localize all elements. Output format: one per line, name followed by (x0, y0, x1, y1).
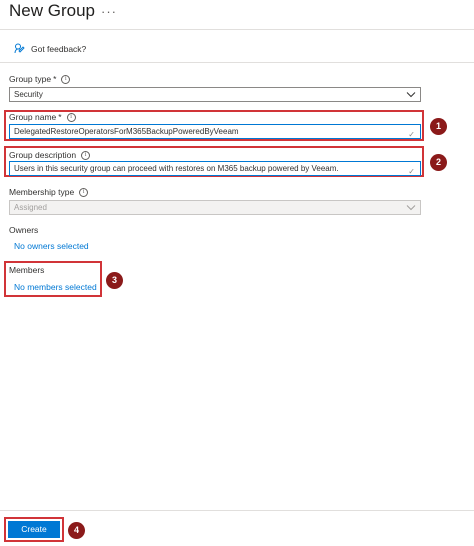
group-name-label: Group name * i (9, 112, 76, 122)
group-description-label: Group description i (9, 150, 91, 160)
chevron-down-icon (406, 92, 416, 98)
group-name-input[interactable]: DelegatedRestoreOperatorsForM365BackupPo… (9, 124, 421, 139)
members-label: Members (9, 265, 45, 275)
group-type-dropdown[interactable]: Security (9, 87, 421, 102)
owners-link[interactable]: No owners selected (14, 241, 89, 251)
group-type-label: Group type * i (9, 74, 71, 84)
info-icon[interactable]: i (66, 112, 76, 122)
chevron-down-icon (406, 205, 416, 211)
feedback-link[interactable]: Got feedback? (14, 43, 86, 54)
callout-badge-3: 3 (106, 272, 123, 289)
members-link[interactable]: No members selected (14, 282, 97, 292)
create-button[interactable]: Create (8, 521, 60, 538)
membership-type-label: Membership type i (9, 187, 89, 197)
checkmark-icon: ✓ (408, 167, 415, 176)
info-icon[interactable]: i (79, 187, 89, 197)
feedback-icon (14, 43, 25, 54)
membership-type-dropdown[interactable]: Assigned (9, 200, 421, 215)
footer-divider (0, 510, 474, 511)
feedback-label: Got feedback? (31, 43, 87, 54)
toolbar-divider (0, 62, 474, 63)
callout-badge-4: 4 (68, 522, 85, 539)
owners-label: Owners (9, 225, 39, 235)
info-icon[interactable]: i (81, 150, 91, 160)
group-description-input[interactable]: Users in this security group can proceed… (9, 161, 421, 176)
more-icon[interactable]: ··· (101, 4, 117, 19)
header-divider (0, 29, 474, 30)
page-title: New Group (9, 1, 95, 20)
callout-badge-1: 1 (430, 118, 447, 135)
info-icon[interactable]: i (61, 74, 71, 84)
callout-badge-2: 2 (430, 154, 447, 171)
checkmark-icon: ✓ (408, 130, 415, 139)
